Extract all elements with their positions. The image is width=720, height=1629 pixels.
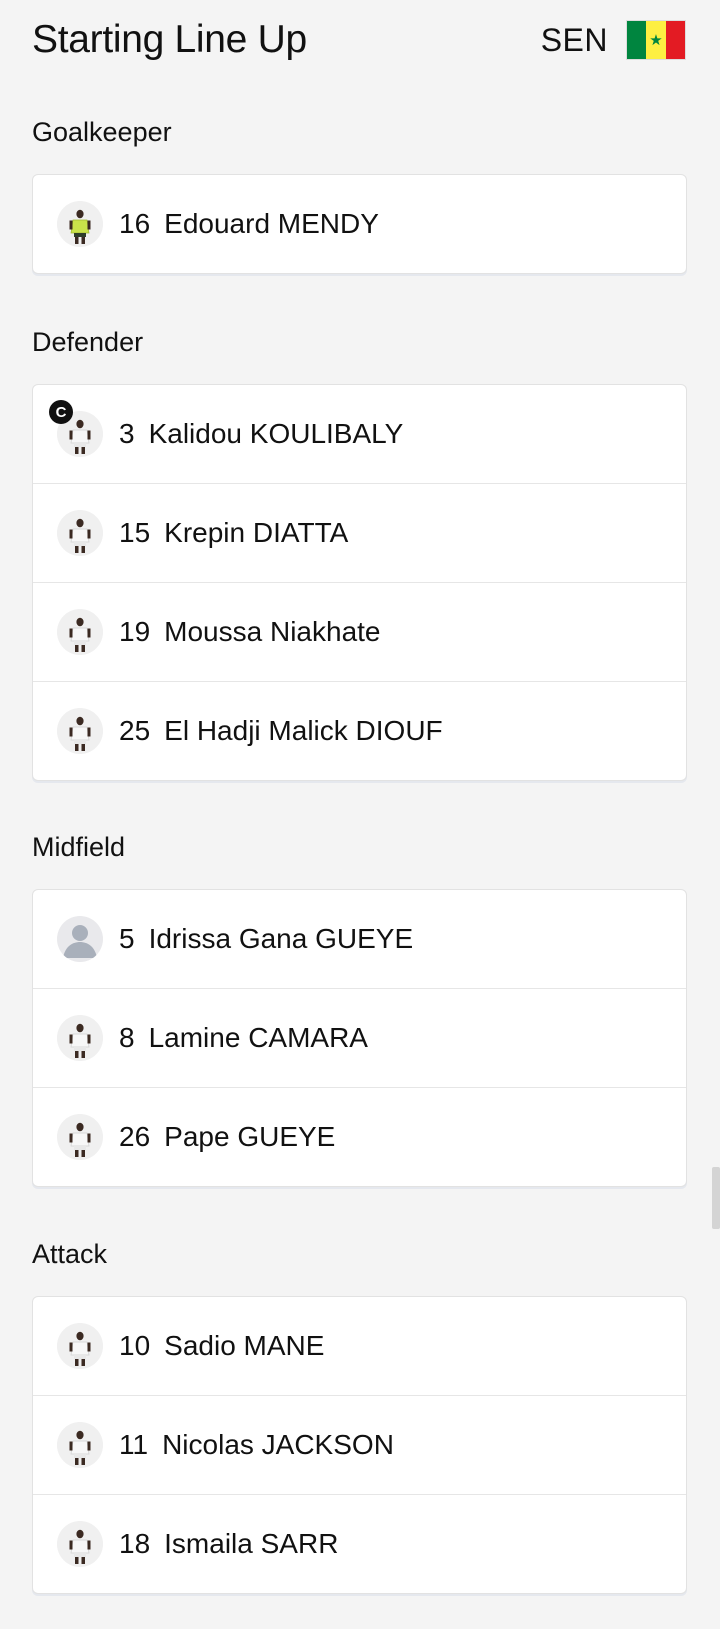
player-name: El Hadji Malick DIOUF	[164, 715, 443, 746]
player-row[interactable]: C 3 Kalidou KOULIBALY	[33, 385, 686, 483]
player-row[interactable]: 19 Moussa Niakhate	[33, 582, 686, 681]
section-title-goalkeeper: Goalkeeper	[32, 117, 172, 147]
attack-list: 10 Sadio MANE 11 Nicolas JACKSON 18 Isma…	[32, 1296, 687, 1594]
goalkeeper-list: 16 Edouard MENDY	[32, 174, 687, 274]
player-avatar-icon	[57, 1114, 103, 1160]
player-row[interactable]: 10 Sadio MANE	[33, 1297, 686, 1395]
player-number: 15	[119, 517, 151, 548]
player-number: 18	[119, 1528, 151, 1559]
player-row[interactable]: 11 Nicolas JACKSON	[33, 1395, 686, 1494]
player-number: 19	[119, 616, 151, 647]
player-number: 3	[119, 418, 135, 449]
lineup-header: Starting Line Up SEN ★	[32, 10, 686, 70]
player-avatar-icon	[57, 510, 103, 556]
captain-badge-icon: C	[49, 400, 73, 424]
player-avatar-icon	[57, 609, 103, 655]
player-avatar-icon	[57, 1015, 103, 1061]
player-number: 25	[119, 715, 151, 746]
player-row[interactable]: 26 Pape GUEYE	[33, 1087, 686, 1186]
team-indicator: SEN ★	[541, 20, 686, 60]
player-name: Nicolas JACKSON	[162, 1429, 394, 1460]
player-name: Kalidou KOULIBALY	[148, 418, 404, 449]
midfield-list: 5 Idrissa Gana GUEYE 8 Lamine CAMARA 26 …	[32, 889, 687, 1187]
player-number: 11	[119, 1429, 149, 1460]
player-avatar-icon	[57, 1521, 103, 1567]
player-row[interactable]: 5 Idrissa Gana GUEYE	[33, 890, 686, 988]
player-name: Pape GUEYE	[164, 1121, 336, 1152]
player-avatar-icon	[57, 708, 103, 754]
senegal-flag-icon: ★	[626, 20, 686, 60]
team-code: SEN	[540, 21, 608, 58]
player-row[interactable]: 8 Lamine CAMARA	[33, 988, 686, 1087]
player-name: Lamine CAMARA	[148, 1022, 368, 1053]
scrollbar-thumb[interactable]	[712, 1167, 720, 1229]
section-title-defender: Defender	[32, 327, 144, 357]
section-title-attack: Attack	[32, 1239, 108, 1269]
player-number: 16	[119, 208, 151, 239]
player-avatar-icon	[57, 201, 103, 247]
player-row[interactable]: 16 Edouard MENDY	[33, 175, 686, 273]
section-title-midfield: Midfield	[32, 832, 126, 862]
player-number: 5	[119, 923, 135, 954]
player-name: Sadio MANE	[164, 1330, 325, 1361]
player-avatar-icon	[57, 1323, 103, 1369]
player-row[interactable]: 25 El Hadji Malick DIOUF	[33, 681, 686, 780]
player-name: Krepin DIATTA	[164, 517, 349, 548]
page-title: Starting Line Up	[32, 18, 307, 61]
player-avatar-icon	[57, 1422, 103, 1468]
player-name: Edouard MENDY	[164, 208, 379, 239]
player-name: Moussa Niakhate	[164, 616, 381, 647]
player-name: Ismaila SARR	[164, 1528, 339, 1559]
defender-list: C 3 Kalidou KOULIBALY 15 Krepin DIATTA 1…	[32, 384, 687, 781]
player-row[interactable]: 15 Krepin DIATTA	[33, 483, 686, 582]
player-avatar-icon	[57, 916, 103, 962]
player-name: Idrissa Gana GUEYE	[148, 923, 414, 954]
player-number: 8	[119, 1022, 135, 1053]
player-number: 26	[119, 1121, 151, 1152]
player-number: 10	[119, 1330, 151, 1361]
player-row[interactable]: 18 Ismaila SARR	[33, 1494, 686, 1593]
